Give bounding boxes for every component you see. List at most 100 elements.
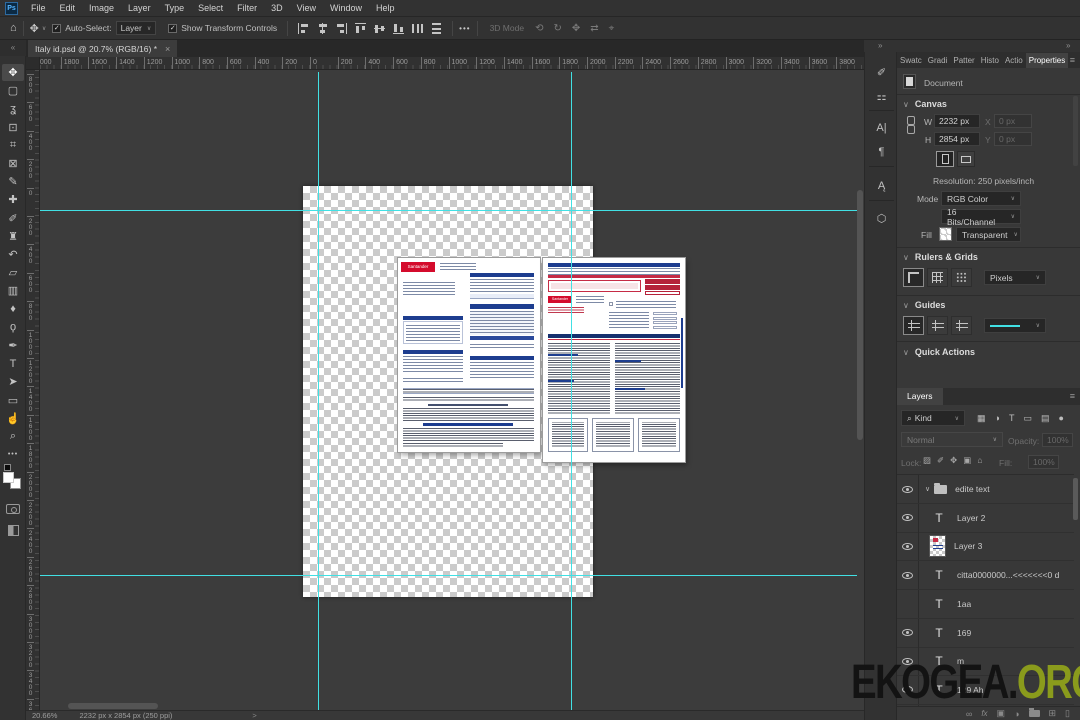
canvas-height-input[interactable]: 2854 px — [934, 132, 980, 146]
character-panel-icon[interactable]: A| — [865, 116, 898, 140]
fill-swatch[interactable] — [939, 227, 952, 241]
pen-tool[interactable]: ✒ — [2, 337, 24, 354]
filter-adjustment-layers-icon[interactable]: ◑ — [995, 413, 1000, 424]
clear-guides-button[interactable] — [951, 316, 972, 335]
layer-row[interactable]: Tcitta0000000...<<<<<<<0 d — [897, 561, 1074, 591]
vertical-guide[interactable] — [571, 72, 572, 710]
guides-section-header[interactable]: ∨ Guides — [903, 300, 945, 310]
edit-toolbar[interactable]: ••• — [2, 446, 24, 463]
toggle-grid-button[interactable] — [927, 268, 948, 287]
shape-tool[interactable]: ▭ — [2, 392, 24, 409]
canvas-viewport[interactable]: Santander Santander — [40, 70, 864, 710]
auto-select-checkbox[interactable]: ✓ — [52, 23, 62, 33]
tab-properties[interactable]: Properties — [1025, 53, 1069, 68]
toggle-pixel-grid-button[interactable] — [951, 268, 972, 287]
color-mode-dropdown[interactable]: RGB Color ∨ — [941, 191, 1021, 206]
more-options-icon[interactable]: ••• — [459, 24, 470, 33]
visibility-toggle[interactable] — [897, 532, 919, 561]
vertical-ruler[interactable]: 800 600 400 200 0 200 400 600 800 1000 1200 1400 160… — [26, 70, 40, 710]
photoshop-logo-icon[interactable]: Ps — [5, 1, 18, 15]
toggle-rulers-button[interactable] — [903, 268, 924, 287]
zoom-tool[interactable]: ⌕ — [2, 428, 24, 445]
align-left-edges-icon[interactable] — [298, 22, 310, 34]
visibility-toggle[interactable] — [897, 589, 919, 618]
menu-layer[interactable]: Layer — [121, 0, 158, 17]
default-colors-icon[interactable] — [4, 464, 11, 471]
filter-smart-objects-icon[interactable]: ▤ — [1041, 413, 1050, 424]
menu-type[interactable]: Type — [158, 0, 192, 17]
marquee-tool[interactable]: ▢ — [2, 82, 24, 99]
visibility-toggle[interactable] — [897, 503, 919, 532]
filter-shape-layers-icon[interactable]: ▭ — [1023, 413, 1032, 424]
vertical-guide[interactable] — [318, 72, 319, 710]
align-right-edges-icon[interactable] — [336, 22, 348, 34]
ruler-origin-corner[interactable] — [26, 57, 40, 70]
align-vertical-centers-icon[interactable] — [374, 22, 386, 34]
eyedropper-tool[interactable]: ✎ — [2, 173, 24, 190]
horizontal-ruler[interactable]: 2000 1800 1600 1400 1200 1000 800 600 400 200 0 200… — [26, 57, 864, 70]
layer-row[interactable]: ∨ edite text — [897, 475, 1074, 504]
zoom-level-field[interactable]: 20.66% — [32, 711, 57, 720]
collapse-panels-icon[interactable]: » — [878, 41, 882, 50]
layer-row[interactable]: Layer 3 — [897, 532, 1074, 562]
paragraph-panel-icon[interactable]: ¶ — [865, 140, 898, 164]
fill-dropdown[interactable]: Transparent ∨ — [956, 227, 1021, 242]
brush-tool[interactable]: ✐ — [2, 210, 24, 227]
menu-view[interactable]: View — [290, 0, 323, 17]
layer-effects-icon[interactable]: fx — [981, 709, 987, 718]
gradient-tool[interactable]: ▥ — [2, 282, 24, 299]
layer-filter-dropdown[interactable]: ⌕ Kind ∨ — [901, 410, 965, 426]
menu-edit[interactable]: Edit — [53, 0, 83, 17]
glyphs-panel-icon[interactable]: Ą — [865, 174, 898, 198]
link-layers-icon[interactable]: ∞ — [966, 709, 972, 719]
clone-stamp-tool[interactable]: ♜ — [2, 228, 24, 245]
horizontal-guide[interactable] — [40, 575, 857, 576]
quick-mask-button[interactable] — [2, 500, 24, 517]
layers-scrollbar-thumb[interactable] — [1073, 478, 1078, 520]
canvas-width-input[interactable]: 2232 px — [934, 114, 980, 128]
screen-mode-button[interactable] — [2, 522, 24, 539]
type-tool[interactable]: T — [2, 355, 24, 372]
show-transform-checkbox[interactable]: ✓ — [168, 23, 178, 33]
quick-actions-section-header[interactable]: ∨ Quick Actions — [903, 347, 975, 357]
blend-mode-dropdown[interactable]: Normal ∨ — [901, 432, 1003, 447]
foreground-color-swatch[interactable] — [3, 472, 14, 483]
collapse-panels-icon[interactable]: » — [1066, 41, 1070, 50]
tab-swatc[interactable]: Swatc — [897, 53, 925, 68]
crop-tool[interactable]: ⌗ — [2, 137, 24, 154]
distribute-horizontally-icon[interactable] — [412, 22, 424, 34]
menu-file[interactable]: File — [24, 0, 53, 17]
object-selection-tool[interactable]: ⊡ — [2, 119, 24, 136]
roll-3d-icon[interactable]: ↻ — [553, 23, 561, 34]
visibility-toggle[interactable] — [897, 475, 919, 503]
horizontal-scrollbar-thumb[interactable] — [68, 703, 158, 709]
lock-transparency-icon[interactable]: ▨ — [923, 455, 931, 466]
hand-tool[interactable]: ☝ — [2, 410, 24, 427]
adjustment-layer-icon[interactable]: ◑ — [1014, 709, 1019, 719]
layer-row[interactable]: T Layer 2 — [897, 503, 1074, 533]
eraser-tool[interactable]: ▱ — [2, 264, 24, 281]
horizontal-guide[interactable] — [40, 210, 857, 211]
close-icon[interactable]: × — [165, 44, 170, 54]
status-chevron[interactable]: > — [252, 711, 256, 720]
move-tool-options-icon[interactable]: ✥ — [30, 22, 39, 35]
opacity-input[interactable]: 100% — [1042, 433, 1073, 447]
portrait-orientation-button[interactable] — [936, 151, 954, 167]
filter-pin-icon[interactable]: ● — [1058, 413, 1063, 424]
chevron-down-icon[interactable]: ∨ — [925, 485, 930, 493]
document-tab[interactable]: Italy id.psd @ 20.7% (RGB/16) * × — [28, 40, 178, 57]
dolly-3d-icon[interactable]: ⌖ — [609, 23, 615, 34]
lock-pixels-icon[interactable]: ✐ — [937, 455, 944, 466]
dodge-tool[interactable]: ϙ — [2, 319, 24, 336]
filter-pixel-layers-icon[interactable]: ▦ — [977, 413, 986, 424]
ruler-units-dropdown[interactable]: Pixels ∨ — [984, 270, 1046, 285]
layer-row[interactable]: T 1aa — [897, 589, 1074, 619]
lasso-tool[interactable]: ʓ — [2, 100, 24, 117]
toolbar-collapse-icon[interactable]: « — [0, 40, 26, 56]
auto-select-target-dropdown[interactable]: Layer ∨ — [115, 21, 157, 35]
link-dimensions-icon[interactable] — [906, 116, 915, 134]
tab-patter[interactable]: Patter — [950, 53, 977, 68]
menu-select[interactable]: Select — [191, 0, 230, 17]
align-horizontal-centers-icon[interactable] — [317, 22, 329, 34]
layer-row[interactable]: T 169 — [897, 618, 1074, 648]
